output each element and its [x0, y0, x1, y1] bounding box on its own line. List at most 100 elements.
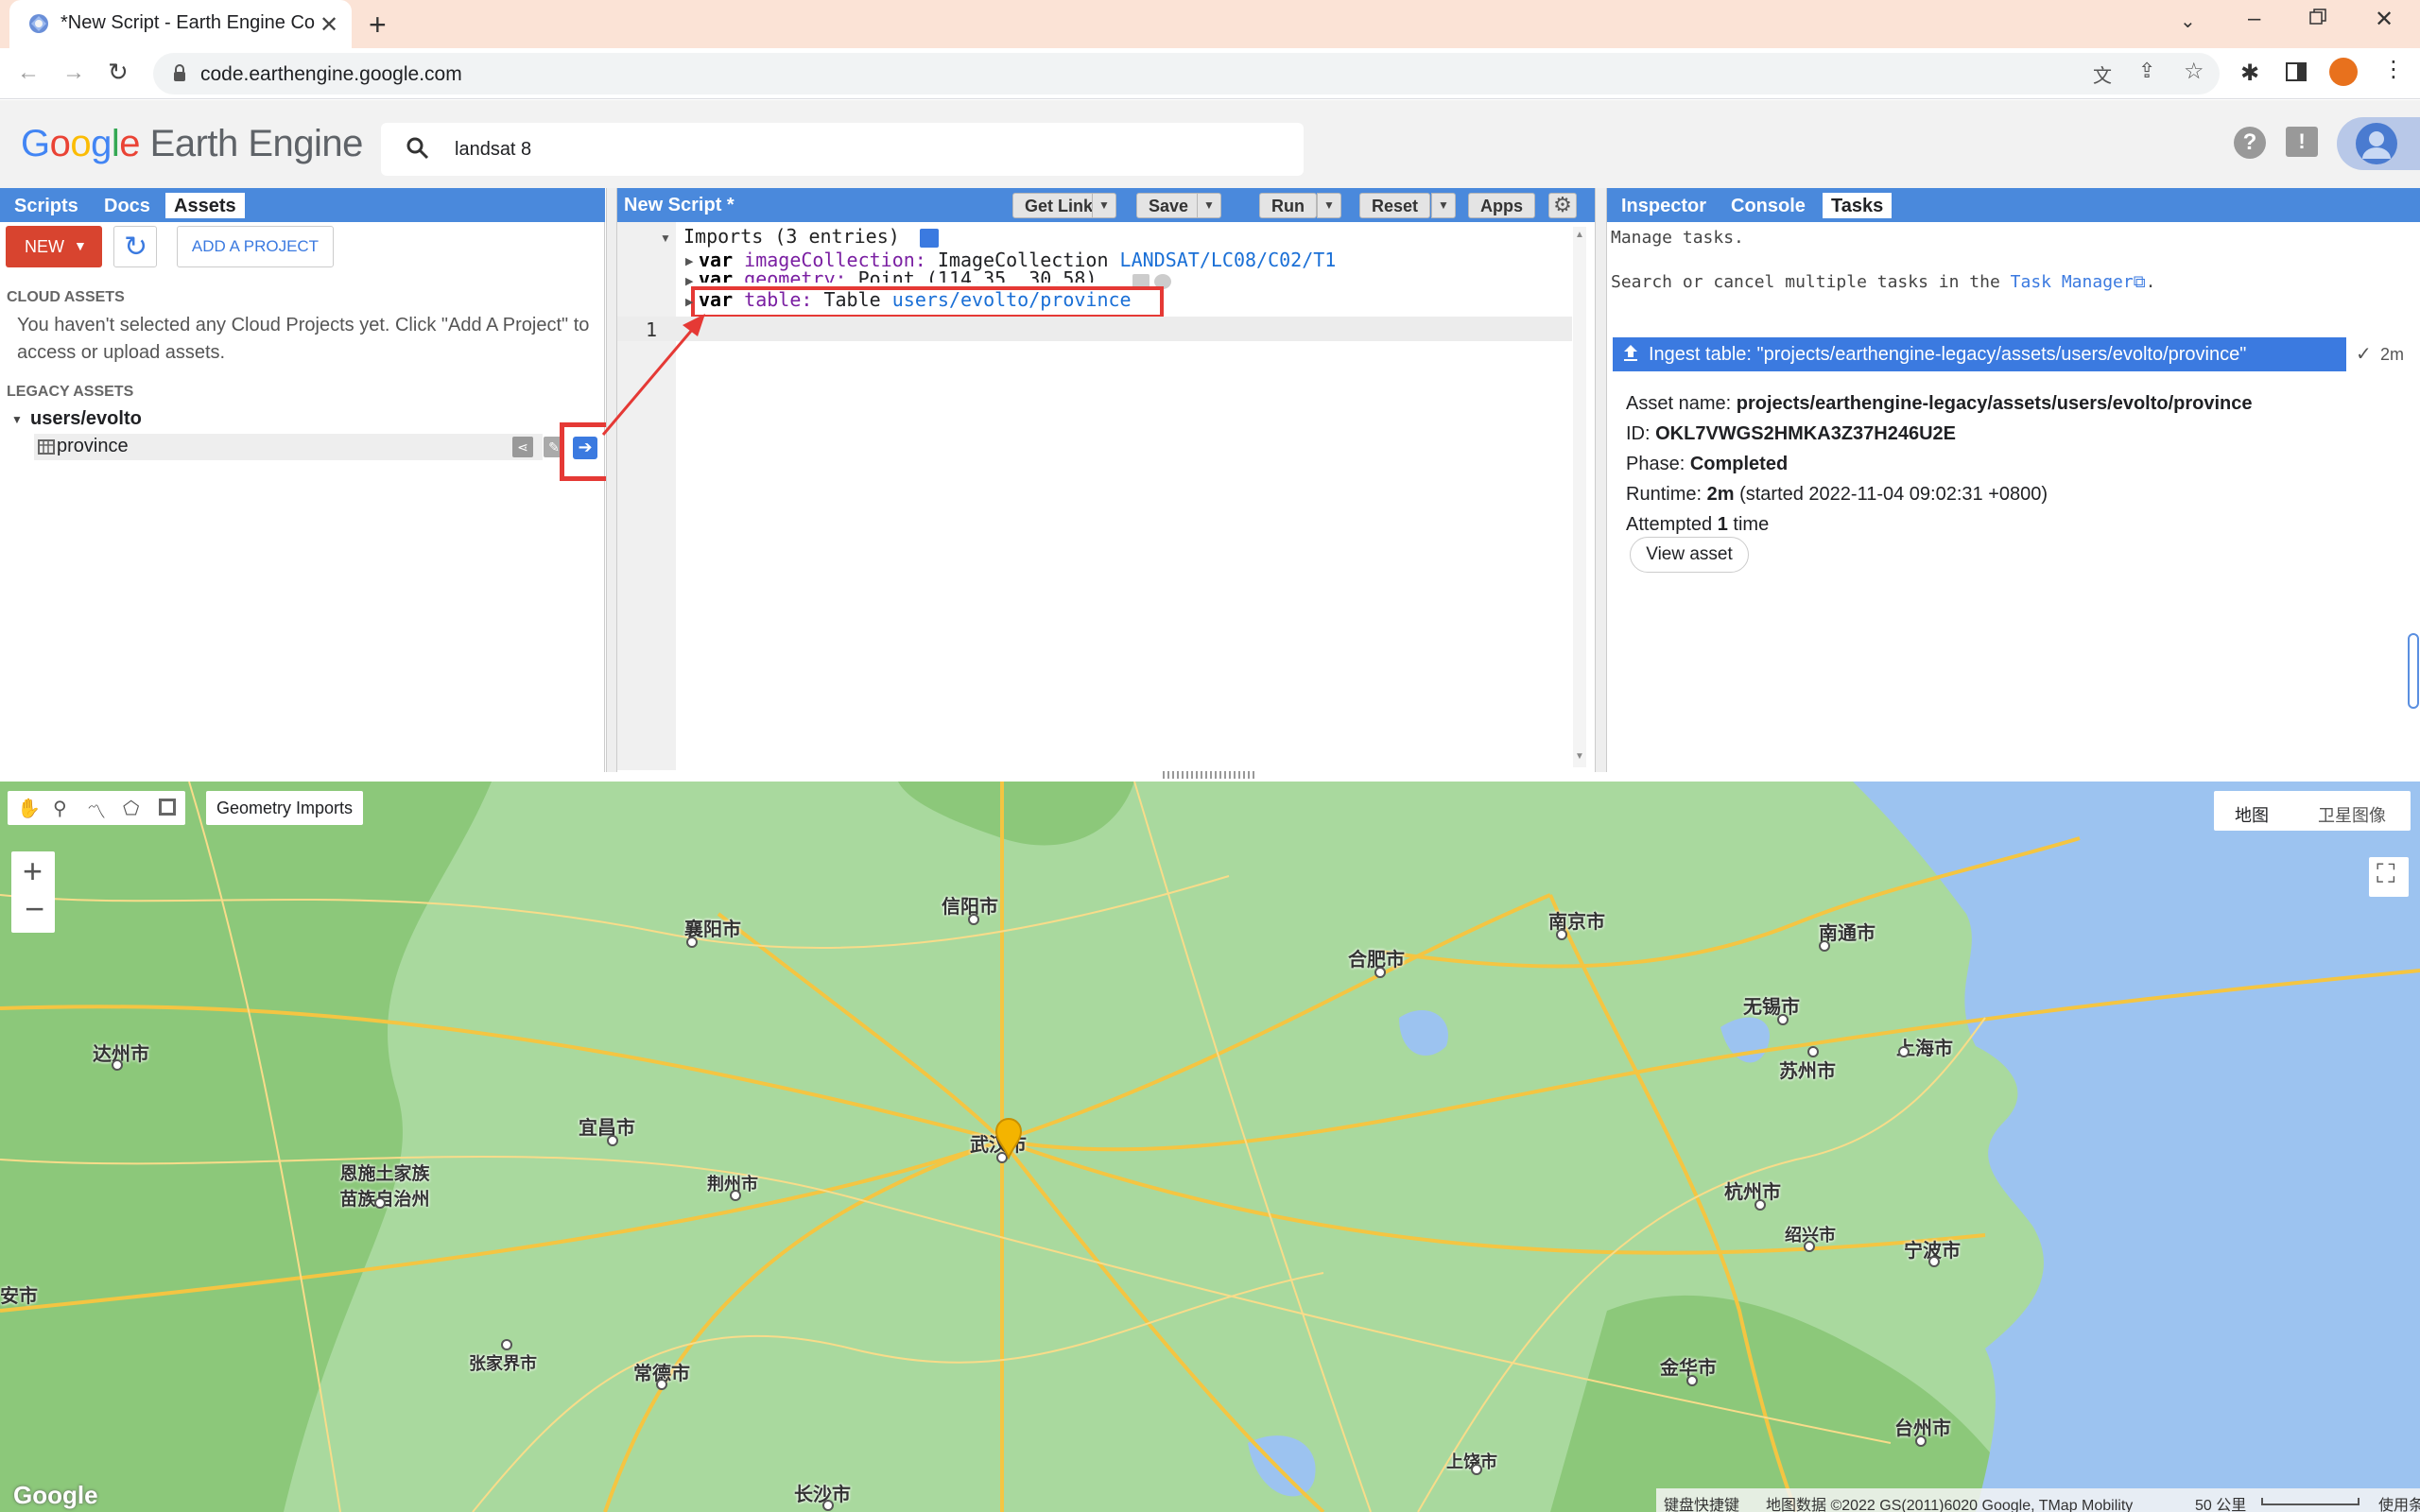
browser-menu-icon[interactable]: ⋮	[2382, 56, 2405, 83]
code-editor[interactable]: ▼ Imports (3 entries) ▶ var imageCollect…	[617, 222, 1586, 770]
city-label: 无锡市	[1743, 997, 1800, 1018]
city-dot	[1804, 1241, 1815, 1252]
account-button[interactable]	[2337, 117, 2420, 170]
reset-button[interactable]: Reset	[1359, 193, 1431, 218]
import-line-geometry[interactable]: var geometry: Point (114.35, 30.58)	[699, 267, 1097, 283]
earth-engine-logo: Google Earth Engine	[21, 123, 363, 165]
google-wordmark: Google	[21, 123, 141, 164]
scale-label[interactable]: 50 公里	[2195, 1492, 2246, 1512]
map-view[interactable]: ✋ ⚲ 〽 ⬠ Geometry Imports + − 地图 卫星图像 ⛶ 信…	[0, 782, 2420, 1512]
zoom-in-icon[interactable]: +	[23, 851, 43, 891]
translate-icon[interactable]: 文	[2093, 60, 2112, 88]
editor-header: New Script * Get Link ▼ Save ▼ Run ▼ Res…	[617, 188, 1595, 222]
bookmark-star-icon[interactable]: ☆	[2184, 58, 2204, 85]
draw-shape-icon[interactable]: ⬠	[123, 797, 139, 820]
id-label: ID:	[1626, 423, 1651, 444]
earth-engine-wordmark: Earth Engine	[149, 123, 364, 164]
task-title: Ingest table: "projects/earthengine-lega…	[1649, 344, 2247, 365]
imports-collapse-icon[interactable]: ▼	[660, 232, 671, 245]
tab-tasks[interactable]: Tasks	[1823, 193, 1893, 218]
keyboard-shortcuts-link[interactable]: 键盘快捷键	[1664, 1492, 1739, 1512]
profile-avatar-icon[interactable]	[2329, 58, 2358, 86]
new-button-label: NEW	[25, 237, 64, 256]
settings-gear-icon[interactable]: ⚙	[1548, 193, 1577, 218]
new-tab-icon[interactable]: +	[369, 8, 387, 43]
reload-icon[interactable]: ↻	[108, 58, 129, 87]
tab-scripts[interactable]: Scripts	[6, 193, 87, 218]
scroll-up-icon[interactable]: ▲	[1575, 230, 1584, 240]
editor-scrollbar[interactable]	[1573, 227, 1586, 767]
omnibox[interactable]: code.earthengine.google.com 文 ⇪ ☆	[153, 53, 2220, 94]
city-dot	[1807, 1046, 1819, 1057]
zoom-out-icon[interactable]: −	[25, 889, 44, 929]
close-tab-icon[interactable]: ✕	[320, 11, 338, 39]
close-window-icon[interactable]: ✕	[2375, 6, 2394, 33]
fullscreen-button[interactable]: ⛶	[2369, 857, 2409, 897]
panel-scrollbar-thumb[interactable]	[2408, 633, 2419, 709]
import-line-table[interactable]: var table: Table users/evolto/province	[699, 288, 1132, 311]
right-splitter[interactable]	[1595, 188, 1607, 772]
imports-script-icon[interactable]	[920, 229, 939, 248]
city-dot	[1754, 1199, 1766, 1211]
view-asset-button[interactable]: View asset	[1630, 537, 1749, 573]
share-icon[interactable]: ⇪	[2138, 59, 2155, 83]
refresh-button[interactable]: ↻	[113, 226, 157, 267]
run-caret-icon[interactable]: ▼	[1317, 193, 1341, 218]
import-value-link[interactable]: users/evolto/province	[892, 288, 1132, 311]
city-dot	[501, 1339, 512, 1350]
save-button[interactable]: Save	[1136, 193, 1201, 218]
draw-rectangle-icon[interactable]	[159, 799, 176, 816]
save-caret-icon[interactable]: ▼	[1197, 193, 1221, 218]
tab-inspector[interactable]: Inspector	[1613, 193, 1715, 218]
new-button[interactable]: NEW ▼	[6, 226, 102, 267]
restore-icon[interactable]	[2308, 8, 2327, 26]
apps-button[interactable]: Apps	[1468, 193, 1535, 218]
city-dot	[1374, 967, 1386, 978]
cloud-assets-message: You haven't selected any Cloud Projects …	[17, 315, 590, 363]
map-type-map[interactable]: 地图	[2235, 802, 2269, 827]
add-marker-icon[interactable]: ⚲	[53, 797, 67, 820]
active-line-highlight	[617, 317, 1572, 341]
map-type-satellite[interactable]: 卫星图像	[2318, 802, 2386, 827]
scroll-down-icon[interactable]: ▼	[1575, 751, 1584, 762]
back-arrow-icon[interactable]: ←	[17, 60, 40, 86]
side-panel-icon[interactable]	[2286, 61, 2307, 82]
user-folder[interactable]: users/evolto	[30, 408, 142, 430]
tab-docs[interactable]: Docs	[95, 193, 159, 218]
expand-triangle-icon[interactable]: ▼	[11, 413, 23, 426]
city-dot	[968, 914, 979, 925]
attempted-prefix: Attempted	[1626, 514, 1713, 535]
reset-caret-icon[interactable]: ▼	[1431, 193, 1456, 218]
asset-row-province[interactable]: province ⋖	[34, 434, 543, 460]
add-project-button[interactable]: ADD A PROJECT	[177, 226, 334, 267]
extensions-puzzle-icon[interactable]: ✱	[2240, 60, 2259, 87]
earth-engine-favicon-icon	[26, 11, 51, 36]
feedback-icon[interactable]: !	[2286, 127, 2318, 157]
table-icon	[38, 439, 55, 455]
external-link-icon[interactable]: ⧉	[2134, 272, 2146, 292]
draw-line-icon[interactable]: 〽	[87, 797, 106, 824]
forward-arrow-icon[interactable]: →	[62, 60, 85, 86]
minimize-icon[interactable]: –	[2248, 6, 2260, 32]
geometry-imports-button[interactable]: Geometry Imports	[206, 791, 363, 825]
tab-search-chevron-icon[interactable]: ⌄	[2180, 9, 2196, 33]
help-icon[interactable]: ?	[2234, 127, 2266, 159]
city-dot	[686, 936, 698, 948]
account-avatar-icon	[2356, 123, 2397, 164]
tab-assets[interactable]: Assets	[165, 193, 245, 218]
pan-hand-icon[interactable]: ✋	[17, 797, 41, 820]
task-manager-link[interactable]: Task Manager	[2011, 272, 2134, 292]
share-asset-icon[interactable]: ⋖	[512, 437, 533, 457]
terms-link[interactable]: 使用条款	[2378, 1492, 2420, 1512]
expand-import-icon[interactable]: ▶	[685, 255, 693, 267]
tab-console[interactable]: Console	[1722, 193, 1814, 218]
left-splitter[interactable]	[606, 188, 617, 772]
browser-tab[interactable]: *New Script - Earth Engine Co ✕	[9, 0, 352, 48]
task-ingest-table[interactable]: Ingest table: "projects/earthengine-lega…	[1613, 337, 2346, 371]
get-link-caret-icon[interactable]: ▼	[1092, 193, 1116, 218]
search-input[interactable]: landsat 8	[381, 123, 1304, 176]
import-value-link[interactable]: LANDSAT/LC08/C02/T1	[1120, 249, 1337, 271]
bottom-splitter-handle[interactable]	[1163, 771, 1257, 779]
run-button[interactable]: Run	[1259, 193, 1317, 218]
geometry-point-marker-icon[interactable]	[994, 1118, 1023, 1160]
